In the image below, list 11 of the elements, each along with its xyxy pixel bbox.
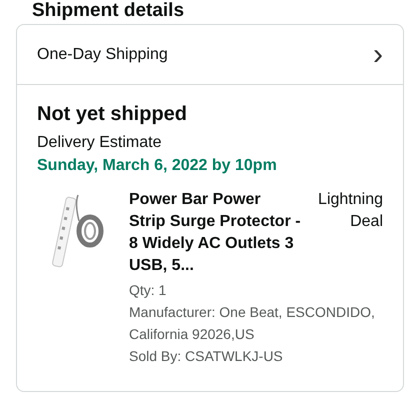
product-title[interactable]: Power Bar Power Strip Surge Protector - 8 Widely AC Outlets 3 USB, 5... xyxy=(129,189,301,277)
item-detail: Manufacturer: One Beat, ESCONDIDO, California 92026,US xyxy=(129,303,376,344)
delivery-date: Sunday, March 6, 2022 by 10pm xyxy=(37,156,278,176)
delivery-estimate-label: Delivery Estimate xyxy=(37,133,162,153)
item-detail: Sold By: CSATWLKJ-US xyxy=(129,347,284,366)
chevron-icon: › xyxy=(373,40,383,70)
shipment-status: Not yet shipped xyxy=(37,102,188,127)
page-title: Shipment details xyxy=(31,0,186,22)
shipping-option-row[interactable]: One-Day Shipping › xyxy=(17,25,403,85)
deal-label: Lightning Deal xyxy=(317,190,383,232)
item-detail: Qty: 1 xyxy=(129,281,168,300)
